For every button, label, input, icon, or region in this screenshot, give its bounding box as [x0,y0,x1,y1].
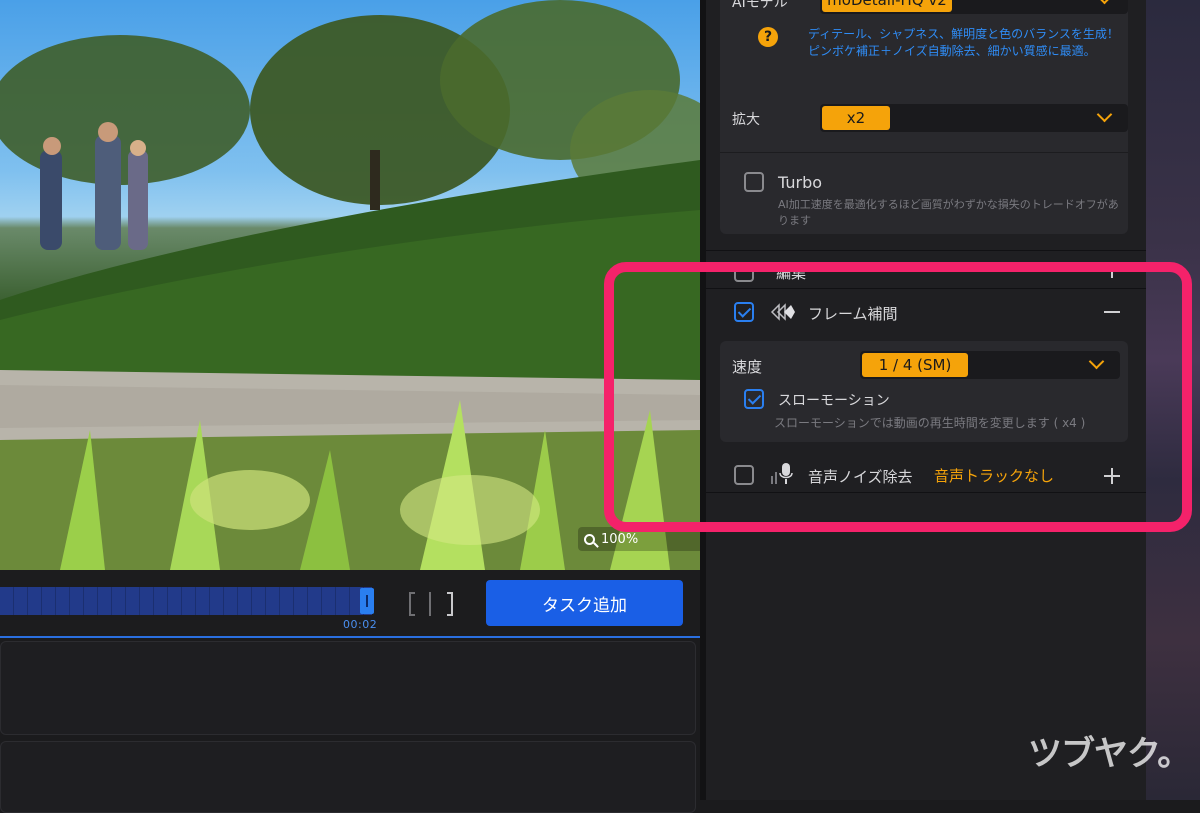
audio-noise-label: 音声ノイズ除去 [808,468,913,486]
frame-interpolation-collapse-icon[interactable] [1104,304,1120,320]
microphone-icon [771,463,793,484]
desktop-background [1146,0,1200,800]
ai-model-card: AIモデル moDetail-HQ v2 ? ディテール、シャプネス、鮮明度と色… [720,0,1128,234]
help-icon[interactable]: ? [758,27,778,47]
section-separator [706,492,1146,493]
edit-checkbox[interactable] [734,262,754,282]
timeline-time-label: 00:02 [343,618,378,631]
turbo-label: Turbo [778,173,823,192]
chevron-down-icon [1088,353,1105,370]
ai-model-label: AIモデル [732,0,788,11]
speed-label: 速度 [732,358,763,376]
trim-bracket-icon[interactable] [409,592,453,618]
audio-noise-checkbox[interactable] [734,465,754,485]
task-list-panel-secondary [0,741,696,813]
watermark: ツブヤク。 [1028,734,1191,774]
frame-interpolation-card: 速度 1 / 4 (SM) スローモーション スローモーションでは動画の再生時間… [720,341,1128,442]
settings-panel: AIモデル moDetail-HQ v2 ? ディテール、シャプネス、鮮明度と色… [706,0,1146,800]
speed-select[interactable]: 1 / 4 (SM) [860,351,1120,379]
edit-expand-icon[interactable] [1104,262,1120,278]
slow-motion-checkbox[interactable] [744,389,764,409]
zoom-indicator[interactable]: 100% [578,527,700,551]
ai-model-description: ディテール、シャプネス、鮮明度と色のバランスを生成！ ピンボケ補正＋ノイズ自動除… [808,27,1119,58]
slow-motion-description: スローモーションでは動画の再生時間を変更します ( x4 ) [774,416,1086,430]
turbo-checkbox[interactable] [744,172,764,192]
video-preview: 100% [0,0,700,570]
frame-interpolation-icon [770,303,795,321]
upscale-value: x2 [822,106,890,130]
ai-model-select[interactable]: moDetail-HQ v2 [820,0,1128,14]
frame-interpolation-label: フレーム補間 [808,305,898,323]
audio-noise-expand-icon[interactable] [1104,468,1120,484]
turbo-description: AI加工速度を最適化するほど画質がわずかな損失のトレードオフがあ ります [778,198,1119,227]
zoom-level: 100% [601,531,639,547]
frame-interpolation-checkbox[interactable] [734,302,754,322]
preview-frame-image [0,0,700,570]
audio-track-status: 音声トラックなし [934,467,1055,485]
section-separator [706,288,1146,289]
upscale-select[interactable]: x2 [820,104,1128,132]
timeline-track[interactable] [0,587,372,615]
chevron-down-icon [1096,0,1113,5]
task-list-panel [0,641,696,735]
chevron-down-icon [1096,106,1113,123]
ai-model-value: moDetail-HQ v2 [822,0,952,12]
add-task-button[interactable]: タスク追加 [486,580,683,626]
magnifier-icon [584,533,595,545]
upscale-label: 拡大 [732,112,760,128]
speed-value: 1 / 4 (SM) [862,353,968,377]
slow-motion-label: スローモーション [778,393,890,409]
edit-label: 編集 [776,264,807,282]
timeline-playhead-handle[interactable] [360,588,374,614]
section-separator [706,250,1146,251]
card-divider [720,152,1128,153]
